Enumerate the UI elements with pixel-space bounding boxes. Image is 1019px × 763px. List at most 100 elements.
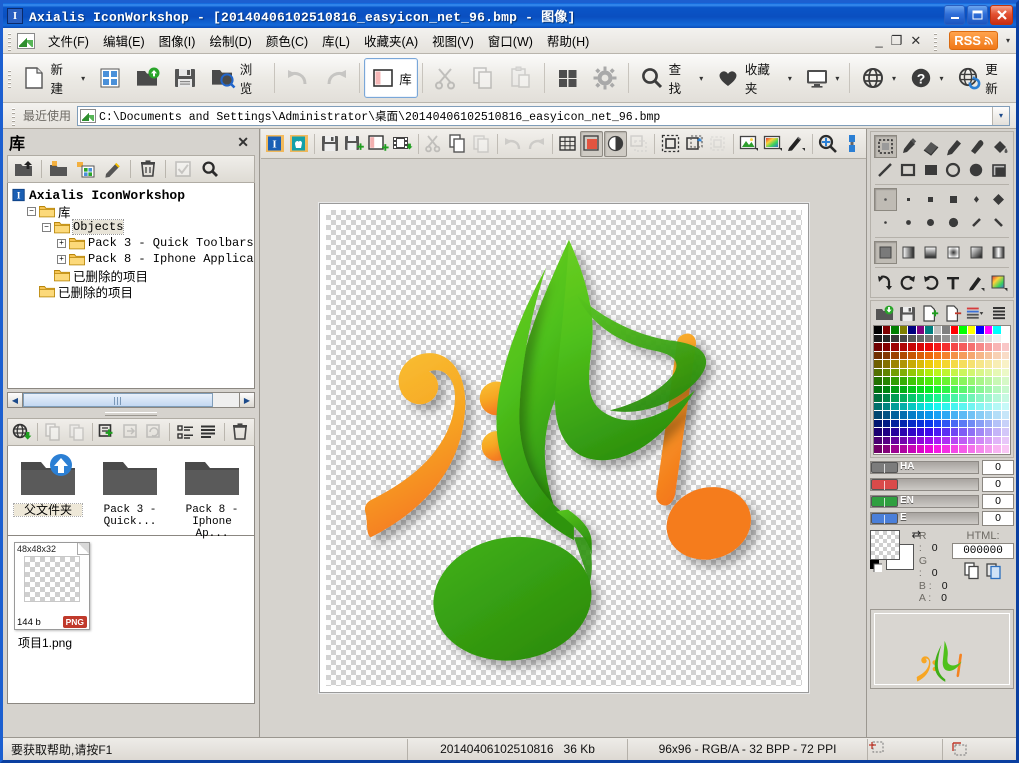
color-swatch[interactable] — [925, 428, 934, 437]
rectangle-filled-tool[interactable] — [919, 158, 942, 181]
windows-icon-button[interactable] — [549, 58, 587, 98]
color-swatch[interactable] — [899, 411, 908, 420]
color-swatch[interactable] — [959, 377, 968, 386]
editor-save-button[interactable] — [319, 131, 342, 157]
color-swatch[interactable] — [1001, 411, 1010, 420]
color-swatch[interactable] — [959, 428, 968, 437]
color-swatch[interactable] — [899, 368, 908, 377]
import-item-icon[interactable] — [120, 420, 142, 444]
gradient-linear-horizontal[interactable] — [897, 241, 920, 264]
color-swatch[interactable] — [908, 428, 917, 437]
color-swatch[interactable] — [942, 402, 951, 411]
color-swatch[interactable] — [959, 411, 968, 420]
color-swatch[interactable] — [942, 445, 951, 454]
scroll-right-button[interactable]: ▶ — [239, 392, 255, 408]
color-swatch[interactable] — [882, 334, 891, 343]
color-swatch[interactable] — [933, 428, 942, 437]
palette-options-icon[interactable] — [965, 302, 987, 324]
move-selection-button[interactable] — [683, 131, 706, 157]
color-swatch[interactable] — [959, 326, 968, 335]
color-swatch[interactable] — [933, 445, 942, 454]
color-swatch[interactable] — [874, 360, 883, 369]
color-swatch[interactable] — [908, 411, 917, 420]
color-swatch[interactable] — [899, 385, 908, 394]
editor-cut-button[interactable] — [423, 131, 446, 157]
color-swatch[interactable] — [874, 326, 883, 335]
library-item-thumbnail[interactable]: 48x48x32 144 b PNG — [14, 542, 90, 630]
color-swatch[interactable] — [916, 334, 925, 343]
color-swatch[interactable] — [942, 343, 951, 352]
menu-color[interactable]: 颜色(C) — [259, 28, 315, 53]
new-button[interactable]: 新建 ▾ — [15, 58, 91, 98]
color-swatch[interactable] — [993, 411, 1002, 420]
rss-grip[interactable] — [932, 30, 940, 51]
color-swatch[interactable] — [925, 436, 934, 445]
sort-items-icon[interactable] — [174, 420, 196, 444]
redo-button[interactable] — [317, 58, 355, 98]
color-slider-track[interactable]: E — [870, 511, 979, 525]
color-swatch[interactable] — [882, 385, 891, 394]
color-swatch[interactable] — [976, 402, 985, 411]
tree-item[interactable]: 已删除的项目 — [10, 283, 252, 300]
rss-button[interactable]: RSS — [949, 31, 998, 50]
color-swatch[interactable] — [916, 428, 925, 437]
color-swatch[interactable] — [899, 343, 908, 352]
tree-item[interactable]: − 库 — [10, 203, 252, 220]
web-button[interactable]: ▾ — [854, 58, 902, 98]
color-swatch[interactable] — [916, 445, 925, 454]
toolbar-grip[interactable] — [6, 68, 13, 88]
color-swatch[interactable] — [984, 419, 993, 428]
mdi-close-button[interactable]: ✕ — [910, 33, 921, 49]
color-swatch[interactable] — [882, 343, 891, 352]
color-slider-knob[interactable] — [871, 461, 898, 473]
color-swatch[interactable] — [916, 436, 925, 445]
color-swatch[interactable] — [882, 436, 891, 445]
color-swatch[interactable] — [976, 360, 985, 369]
menu-grip[interactable] — [6, 30, 13, 51]
toggle-opaque-button[interactable] — [580, 130, 603, 157]
color-swatch[interactable] — [874, 402, 883, 411]
crop-button[interactable] — [706, 131, 729, 157]
color-swatch[interactable] — [908, 436, 917, 445]
color-slider-knob[interactable] — [871, 478, 898, 490]
brush-diamond-small[interactable] — [965, 188, 988, 211]
color-swatch[interactable] — [984, 334, 993, 343]
brush-square-4[interactable] — [942, 188, 965, 211]
menu-view[interactable]: 视图(V) — [425, 28, 481, 53]
open-button[interactable] — [129, 58, 167, 98]
recent-path-combobox[interactable]: C:\Documents and Settings\Administrator\… — [77, 105, 1010, 126]
color-swatch[interactable] — [916, 419, 925, 428]
color-swatch[interactable] — [942, 419, 951, 428]
image-adjust-button[interactable] — [738, 131, 761, 157]
new-palette-icon[interactable] — [920, 302, 942, 324]
add-item-icon[interactable] — [97, 420, 119, 444]
screen-dropdown-arrow[interactable]: ▾ — [835, 74, 839, 83]
color-swatch[interactable] — [933, 343, 942, 352]
select-all-button[interactable] — [659, 131, 682, 157]
color-swatch[interactable] — [1001, 334, 1010, 343]
scroll-left-button[interactable]: ◀ — [7, 392, 23, 408]
help-button[interactable]: ? ▾ — [902, 58, 950, 98]
color-swatch[interactable] — [1001, 419, 1010, 428]
color-swatch[interactable] — [891, 445, 900, 454]
color-swatch[interactable] — [916, 394, 925, 403]
tree-item[interactable]: − Objects — [10, 219, 252, 235]
hscroll-track[interactable] — [23, 392, 239, 408]
color-swatch[interactable] — [967, 351, 976, 360]
web-dropdown-arrow[interactable]: ▾ — [892, 74, 896, 83]
color-swatch[interactable] — [874, 343, 883, 352]
menu-image[interactable]: 图像(I) — [152, 28, 203, 53]
new-dropdown-arrow[interactable]: ▾ — [81, 74, 85, 83]
library-panel-close-button[interactable]: ✕ — [233, 134, 253, 151]
color-swatch[interactable] — [950, 326, 959, 335]
color-swatch[interactable] — [984, 428, 993, 437]
color-swatch[interactable] — [908, 385, 917, 394]
recent-dropdown-arrow[interactable]: ▾ — [992, 106, 1009, 125]
gradient-diagonal[interactable] — [965, 241, 988, 264]
color-swatch[interactable] — [916, 411, 925, 420]
color-swatch[interactable] — [993, 360, 1002, 369]
color-swatch[interactable] — [967, 377, 976, 386]
tree-expander[interactable]: + — [57, 254, 66, 264]
color-swatch[interactable] — [976, 411, 985, 420]
color-swatch[interactable] — [967, 368, 976, 377]
